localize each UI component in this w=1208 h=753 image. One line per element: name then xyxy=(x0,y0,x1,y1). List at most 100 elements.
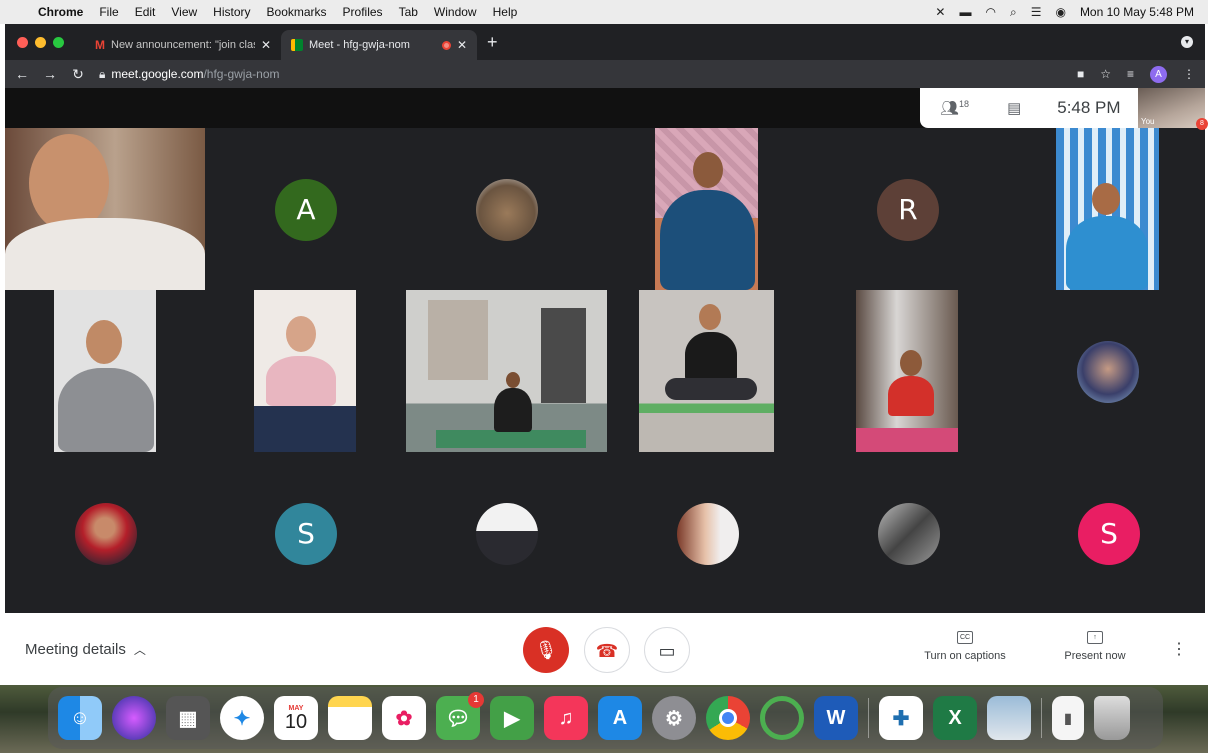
forward-icon[interactable]: → xyxy=(39,66,61,82)
address-bar[interactable]: 🔒︎ meet.google.com/hfg-gwja-nom xyxy=(99,67,279,82)
reading-list-icon[interactable]: ≡ xyxy=(1127,67,1134,81)
finder-icon[interactable]: ☺ xyxy=(58,696,102,740)
safari-icon[interactable]: ✦ xyxy=(220,696,264,740)
notes-icon[interactable] xyxy=(328,696,372,740)
tab-search-icon[interactable]: ▾ xyxy=(1181,36,1193,48)
participant-video-tile[interactable] xyxy=(1056,128,1159,290)
bookmark-star-icon[interactable]: ☆ xyxy=(1100,67,1111,81)
wifi-icon[interactable]: ◠ xyxy=(985,5,995,19)
reload-icon[interactable]: ↻ xyxy=(67,66,89,83)
lock-icon: 🔒︎ xyxy=(99,66,106,81)
participant-video-tile[interactable] xyxy=(856,290,958,452)
menu-window[interactable]: Window xyxy=(426,5,485,19)
participant-video-tile[interactable] xyxy=(54,290,156,452)
present-now-button[interactable]: ↑ Present now xyxy=(1055,631,1135,662)
photos-icon[interactable]: ✿ xyxy=(382,696,426,740)
word-icon[interactable]: W xyxy=(814,696,858,740)
participant-shirt xyxy=(494,388,532,432)
system-preferences-icon[interactable]: ⚙ xyxy=(652,696,696,740)
recording-icon xyxy=(441,40,451,50)
menu-profiles[interactable]: Profiles xyxy=(335,5,391,19)
participant-avatar-letter[interactable]: A xyxy=(275,179,337,241)
room-door xyxy=(541,308,586,403)
menubar-clock[interactable]: Mon 10 May 5:48 PM xyxy=(1080,5,1194,19)
browser-tabstrip: M New announcement: "join clas ✕ Meet - … xyxy=(5,24,1205,60)
close-tab-icon[interactable]: ✕ xyxy=(261,38,271,52)
browser-toolbar: ← → ↻ 🔒︎ meet.google.com/hfg-gwja-nom ■ … xyxy=(5,60,1205,88)
participant-avatar-letter[interactable]: S xyxy=(1078,503,1140,565)
tableau-icon[interactable]: ✚ xyxy=(879,696,923,740)
menu-file[interactable]: File xyxy=(91,5,126,19)
participant-shirt xyxy=(1066,216,1148,290)
url-host: meet.google.com xyxy=(111,67,204,81)
gmail-icon: M xyxy=(95,38,105,52)
trash-icon[interactable] xyxy=(1094,696,1130,740)
participants-button[interactable]: 👥︎18 xyxy=(940,99,969,117)
chat-icon[interactable]: ▤ xyxy=(1007,99,1021,117)
profile-avatar[interactable]: A xyxy=(1150,65,1167,83)
microphone-off-button[interactable]: 🎙︎ xyxy=(523,627,569,673)
participant-video-tile[interactable] xyxy=(406,290,607,452)
participant-video-tile[interactable] xyxy=(5,128,205,290)
facetime-icon[interactable]: ▶ xyxy=(490,696,534,740)
captions-button[interactable]: CC Turn on captions xyxy=(915,631,1015,662)
participant-video-tile[interactable] xyxy=(639,290,774,452)
control-center-icon[interactable]: ☰ xyxy=(1031,5,1042,19)
desktop-wallpaper: ☺ ▦ ✦ MAY 10 ✿ 💬︎ 1 ▶ ♫ A ⚙ W ✚ X ▮ xyxy=(0,685,1208,753)
tab-gmail[interactable]: M New announcement: "join clas ✕ xyxy=(85,30,281,60)
self-view[interactable]: You 8 xyxy=(1138,88,1208,130)
zoom-window-button[interactable] xyxy=(53,36,64,48)
menu-history[interactable]: History xyxy=(205,5,258,19)
zip-file-icon[interactable]: ▮ xyxy=(1052,696,1084,740)
circular-app-icon[interactable] xyxy=(760,696,804,740)
siri-icon[interactable]: ◉ xyxy=(1055,5,1065,19)
participant-avatar-photo[interactable] xyxy=(75,503,137,565)
room-curtain xyxy=(428,300,488,380)
leave-call-button[interactable]: ☎︎ xyxy=(584,627,630,673)
spotlight-icon[interactable]: ⌕ xyxy=(1010,5,1017,20)
more-options-icon[interactable]: ⋮ xyxy=(1171,639,1187,659)
preview-icon[interactable] xyxy=(987,696,1031,740)
tab-meet[interactable]: Meet - hfg-gwja-nom ✕ xyxy=(281,30,477,60)
participant-avatar-photo[interactable] xyxy=(476,179,538,241)
back-icon[interactable]: ← xyxy=(11,66,33,82)
participant-face xyxy=(286,316,316,352)
new-tab-button[interactable]: + xyxy=(477,32,508,53)
participant-avatar-photo[interactable] xyxy=(476,503,538,565)
close-window-button[interactable] xyxy=(17,36,28,48)
menu-view[interactable]: View xyxy=(163,5,205,19)
participant-avatar-photo[interactable] xyxy=(1077,341,1139,403)
chrome-menu-icon[interactable]: ⋮ xyxy=(1183,67,1195,81)
chrome-icon[interactable] xyxy=(706,696,750,740)
menu-help[interactable]: Help xyxy=(485,5,526,19)
participant-shirt xyxy=(266,356,336,406)
participant-avatar-photo[interactable] xyxy=(677,503,739,565)
messages-icon[interactable]: 💬︎ 1 xyxy=(436,692,484,740)
participant-avatar-letter[interactable]: R xyxy=(877,179,939,241)
menu-tab[interactable]: Tab xyxy=(391,5,426,19)
launchpad-icon[interactable]: ▦ xyxy=(166,696,210,740)
siri-dock-icon[interactable] xyxy=(112,696,156,740)
screen: Chrome File Edit View History Bookmarks … xyxy=(0,0,1208,753)
battery-icon[interactable]: ▬ xyxy=(959,5,971,19)
participant-video-tile[interactable] xyxy=(655,128,758,290)
excel-icon[interactable]: X xyxy=(933,696,977,740)
meeting-details-button[interactable]: Meeting details ︿ xyxy=(25,641,146,658)
menu-app-name[interactable]: Chrome xyxy=(30,5,91,19)
calendar-icon[interactable]: MAY 10 xyxy=(274,696,318,740)
present-icon: ↑ xyxy=(1087,631,1103,644)
bluetooth-icon[interactable]: ✕ xyxy=(935,5,945,19)
participant-video-tile[interactable] xyxy=(254,290,356,452)
participant-legs xyxy=(254,406,356,452)
app-store-icon[interactable]: A xyxy=(598,696,642,740)
camera-toggle-button[interactable]: ▭ xyxy=(644,627,690,673)
music-icon[interactable]: ♫ xyxy=(544,696,588,740)
participant-avatar-photo[interactable] xyxy=(878,503,940,565)
close-tab-icon[interactable]: ✕ xyxy=(457,38,467,52)
menu-bookmarks[interactable]: Bookmarks xyxy=(259,5,335,19)
participant-avatar-letter[interactable]: S xyxy=(275,503,337,565)
minimize-window-button[interactable] xyxy=(35,36,46,48)
menu-edit[interactable]: Edit xyxy=(127,5,164,19)
self-label: You xyxy=(1141,117,1155,126)
camera-indicator-icon[interactable]: ■ xyxy=(1077,67,1084,81)
